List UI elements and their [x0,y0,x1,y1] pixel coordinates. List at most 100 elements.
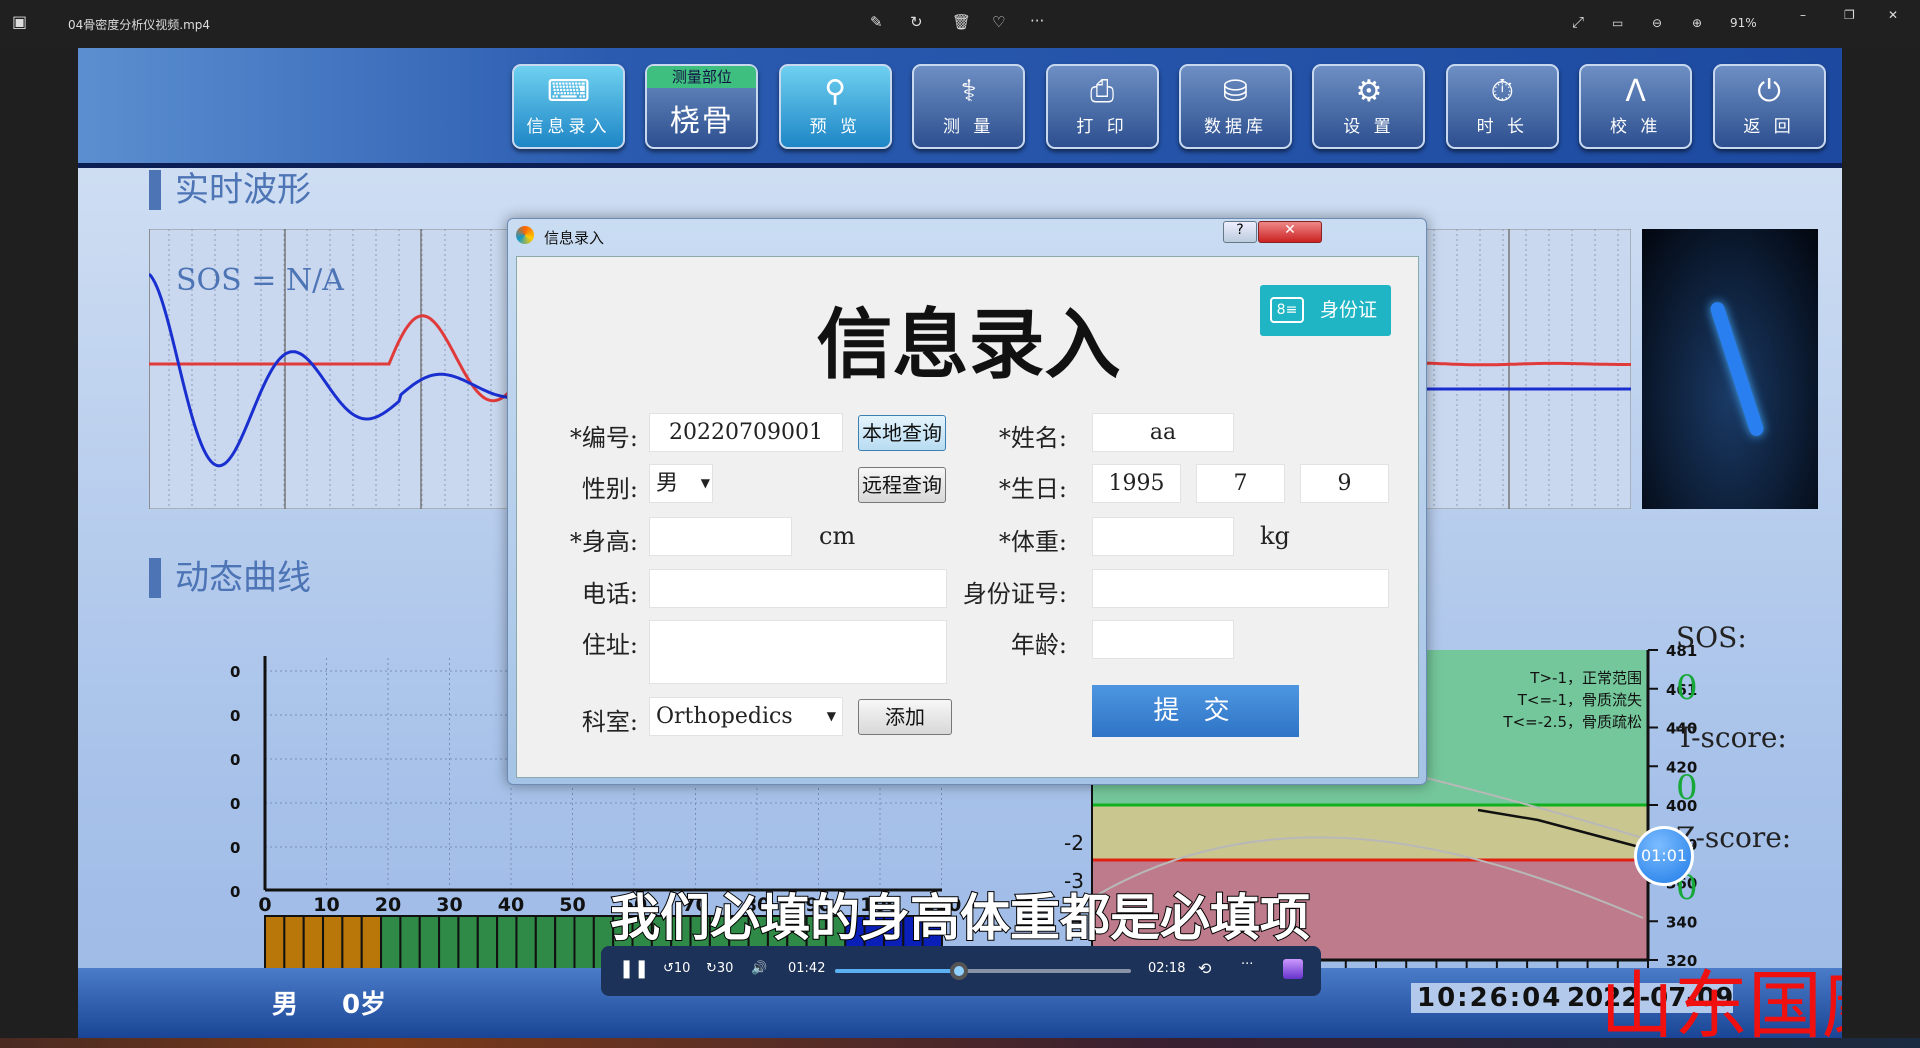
birth_day-input[interactable]: 9 [1300,464,1389,503]
timer-badge[interactable]: 01:01 [1634,826,1694,886]
clipchamp-icon[interactable] [1283,959,1303,979]
toolbar-label: 返 回 [1743,117,1795,137]
toolbar-label: 信息录入 [526,117,611,137]
dialog-title: 信息录入 [544,229,605,247]
toolbar-button-7[interactable]: ⏱ 时 长 [1445,64,1559,149]
age-input[interactable] [1092,620,1234,659]
id-card-button[interactable]: 8≡ 身份证 [1260,285,1391,336]
id-card-icon: 8≡ [1270,297,1304,323]
more-options-icon[interactable]: ··· [1241,957,1253,972]
weight-unit: kg [1260,522,1290,550]
dynamic-section-title: 动态曲线 [149,558,311,598]
toolbar-button-6[interactable]: ⚙ 设 置 [1312,64,1426,149]
toolbar-button-3[interactable]: ⚕ 测 量 [912,64,1026,149]
minimize-button[interactable]: – [1800,8,1806,22]
toolbar-button-4[interactable]: ⎙ 打 印 [1045,64,1159,149]
dialog-close-button[interactable]: ✕ [1258,221,1322,243]
pause-button[interactable]: ❚❚ [619,958,649,979]
zoom-out-icon[interactable]: ⊖ [1652,16,1662,30]
elapsed-time: 01:42 [788,961,826,976]
toolbar-button-1[interactable]: 测量部位 桡骨 [645,64,759,149]
stopwatch-icon: ⏱ [1490,74,1514,109]
close-button[interactable]: ✕ [1888,8,1898,22]
dept_label: 科室: [581,708,638,736]
toolbar-button-5[interactable]: ⛁ 数据库 [1179,64,1292,149]
clock-time: 10:26:04 [1411,983,1569,1013]
info-entry-dialog: 信息录入 ? ✕ 信息录入 8≡ 身份证 *编号: 20220709001 本地查询… [507,218,1427,785]
height-input[interactable] [649,517,792,556]
id_label: *编号: [569,424,638,452]
watermark-logo: 山东国康 [1600,963,1842,1038]
toolbar-button-9[interactable]: ⏻ 返 回 [1712,64,1826,149]
y-tick-label: 0 [230,795,240,813]
id-input[interactable]: 20220709001 [649,413,843,452]
fit-icon[interactable]: ▭ [1612,16,1623,30]
more-icon[interactable]: ··· [1030,12,1044,30]
video-controls: ❚❚ ↺10 ↻30 🔊 01:42 02:18 ⟲ ··· [601,946,1321,996]
toolbar-label: 打 印 [1076,117,1128,137]
toolbar-label: 桡骨 [669,104,734,139]
toolbar-label: 校 准 [1609,117,1662,137]
idno_label: 身份证号: [962,580,1067,608]
phone_label: 电话: [581,580,638,608]
window-title: 04骨密度分析仪视频.mp4 [68,18,211,32]
weight-input[interactable] [1092,517,1234,556]
rotate-icon[interactable]: ↻ [910,13,923,31]
birth_month-input[interactable]: 7 [1196,464,1285,503]
rewind-10-icon[interactable]: ↺10 [663,961,690,976]
seek-handle[interactable] [950,962,969,980]
zone-legend-text: T<=-1，骨质流失 [1517,691,1642,709]
power-icon: ⏻ [1757,74,1781,109]
seek-bar[interactable] [835,962,1131,980]
zoom-in-icon[interactable]: ⊕ [1692,16,1702,30]
window-titlebar: ▣ 04骨密度分析仪视频.mp4 ✎ ↻ 🗑 ♡ ··· ⤢ ▭ ⊖ ⊕ 91%… [0,0,1920,48]
measure-site-label: 测量部位 [647,66,757,88]
volume-icon[interactable]: 🔊 [751,961,767,976]
loop-icon[interactable]: ⟲ [1198,959,1211,978]
submit-button[interactable]: 提 交 [1092,685,1299,737]
toolbar: ⌨ 信息录入 测量部位 桡骨 ⚲ 预 览 ⚕ 测 量 ⎙ 打 印 ⛁ 数据库 ⚙ 设 置 ⏱ 时 长 Λ 校 准 ⏻… [78,48,1842,168]
weight_label: *体重: [998,528,1067,556]
total-time: 02:18 [1148,961,1186,976]
stethoscope-icon: ⚕ [960,74,977,109]
forward-30-icon[interactable]: ↻30 [706,961,733,976]
department-select[interactable]: Orthopedics ▼ [649,697,843,736]
help-button[interactable]: ? [1223,221,1257,243]
keyboard-icon: ⌨ [546,74,591,109]
forearm-xray-image [1642,229,1818,509]
sos-value: 0 [1676,668,1698,708]
name-input[interactable]: aa [1092,413,1234,452]
app-logo-icon [516,226,534,244]
toolbar-label: 数据库 [1204,117,1267,137]
maximize-button[interactable]: ❐ [1844,8,1855,22]
printer-icon: ⎙ [1090,74,1115,109]
toolbar-button-8[interactable]: Λ 校 准 [1579,64,1693,149]
database-icon: ⛁ [1222,74,1249,109]
age_label: 年龄: [1010,631,1067,659]
sos-label: SOS: [1676,621,1747,654]
add-department-button[interactable]: 添加 [858,699,952,735]
compass-icon: Λ [1625,74,1646,109]
height_label: *身高: [569,528,638,556]
toolbar-label: 时 长 [1476,117,1528,137]
zone-legend-text: T>-1，正常范围 [1529,669,1642,687]
fullscreen-icon[interactable]: ⤢ [1572,13,1584,31]
idno-input[interactable] [1092,569,1389,608]
address_label: 住址: [581,631,638,659]
toolbar-label: 预 览 [809,117,861,137]
toolbar-button-2[interactable]: ⚲ 预 览 [778,64,892,149]
toolbar-label: 设 置 [1343,117,1395,137]
heart-icon[interactable]: ♡ [992,13,1005,31]
edit-icon[interactable]: ✎ [870,13,883,31]
y-tick-label: 0 [230,663,240,681]
birth_year-input[interactable]: 1995 [1092,464,1181,503]
zone-legend-text: T<=-2.5，骨质疏松 [1502,713,1642,731]
sos-readout: SOS = N/A [176,263,344,298]
id-card-label: 身份证 [1320,299,1378,321]
patient-gender: 男 [272,990,299,1020]
gender-select[interactable]: 男 ▼ [649,464,713,503]
delete-icon[interactable]: 🗑 [952,13,971,31]
gender_label: 性别: [581,475,638,503]
toolbar-button-0[interactable]: ⌨ 信息录入 [512,64,625,149]
patient-age: 0岁 [342,990,387,1020]
